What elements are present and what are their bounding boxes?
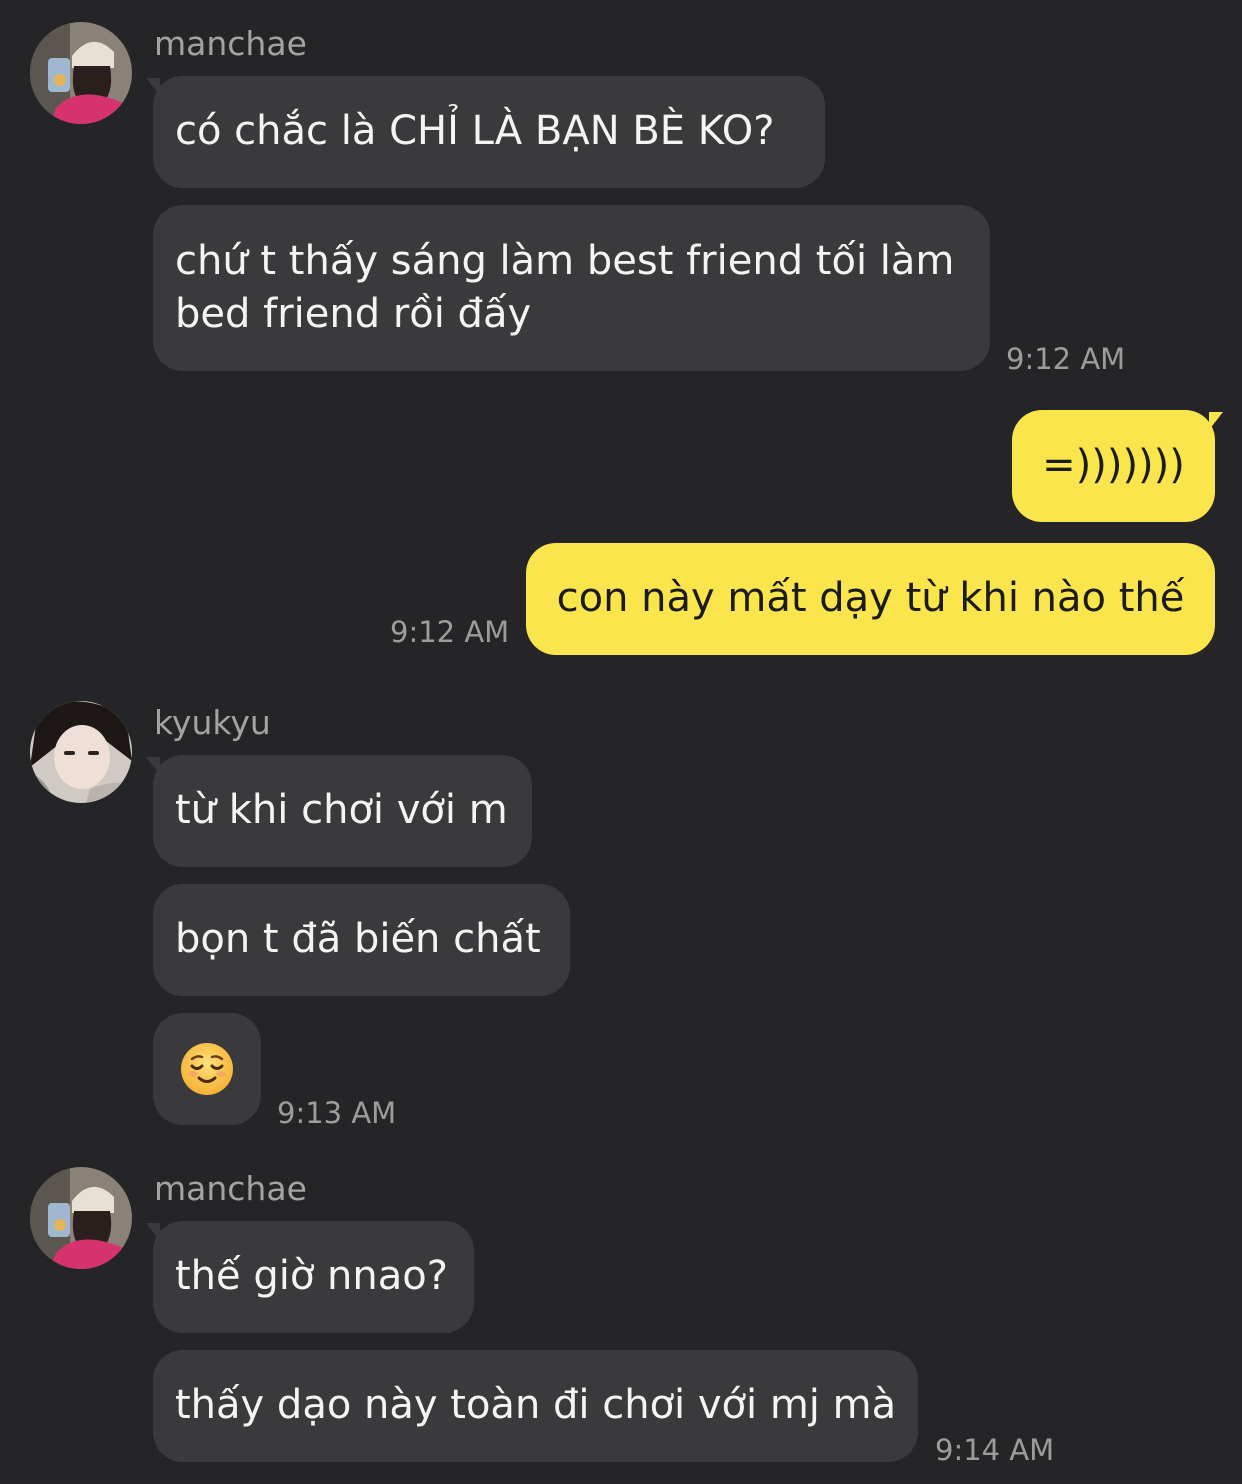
avatar-manchae[interactable] (30, 1167, 132, 1269)
outgoing-message-bubble[interactable]: =))))))) (1012, 410, 1215, 522)
avatar-kyukyu[interactable] (30, 701, 132, 803)
message-bubble[interactable]: bọn t đã biến chất (153, 884, 570, 996)
profile-photo-icon (30, 1167, 132, 1269)
message-bubble[interactable]: từ khi chơi với m (153, 755, 532, 867)
sender-name: manchae (154, 1169, 307, 1208)
message-timestamp: 9:13 AM (277, 1096, 397, 1130)
message-bubble[interactable]: chứ t thấy sáng làm best friend tối làm … (153, 205, 990, 371)
avatar-manchae[interactable] (30, 22, 132, 124)
relieved-face-emoji-icon (181, 1043, 233, 1095)
message-timestamp: 9:14 AM (935, 1433, 1055, 1467)
outgoing-message-bubble[interactable]: con này mất dạy từ khi nào thế (526, 543, 1215, 655)
emoji-message-bubble[interactable]: 😌 (153, 1013, 261, 1125)
sender-name: kyukyu (154, 703, 271, 742)
profile-photo-icon (30, 701, 132, 803)
message-bubble[interactable]: có chắc là CHỈ LÀ BẠN BÈ KO? (153, 76, 825, 188)
message-timestamp: 9:12 AM (390, 615, 510, 649)
profile-photo-icon (30, 22, 132, 124)
message-bubble[interactable]: thế giờ nnao? (153, 1221, 474, 1333)
message-timestamp: 9:12 AM (1006, 342, 1126, 376)
message-bubble[interactable]: thấy dạo này toàn đi chơi với mj mà (153, 1350, 918, 1462)
sender-name: manchae (154, 24, 307, 63)
